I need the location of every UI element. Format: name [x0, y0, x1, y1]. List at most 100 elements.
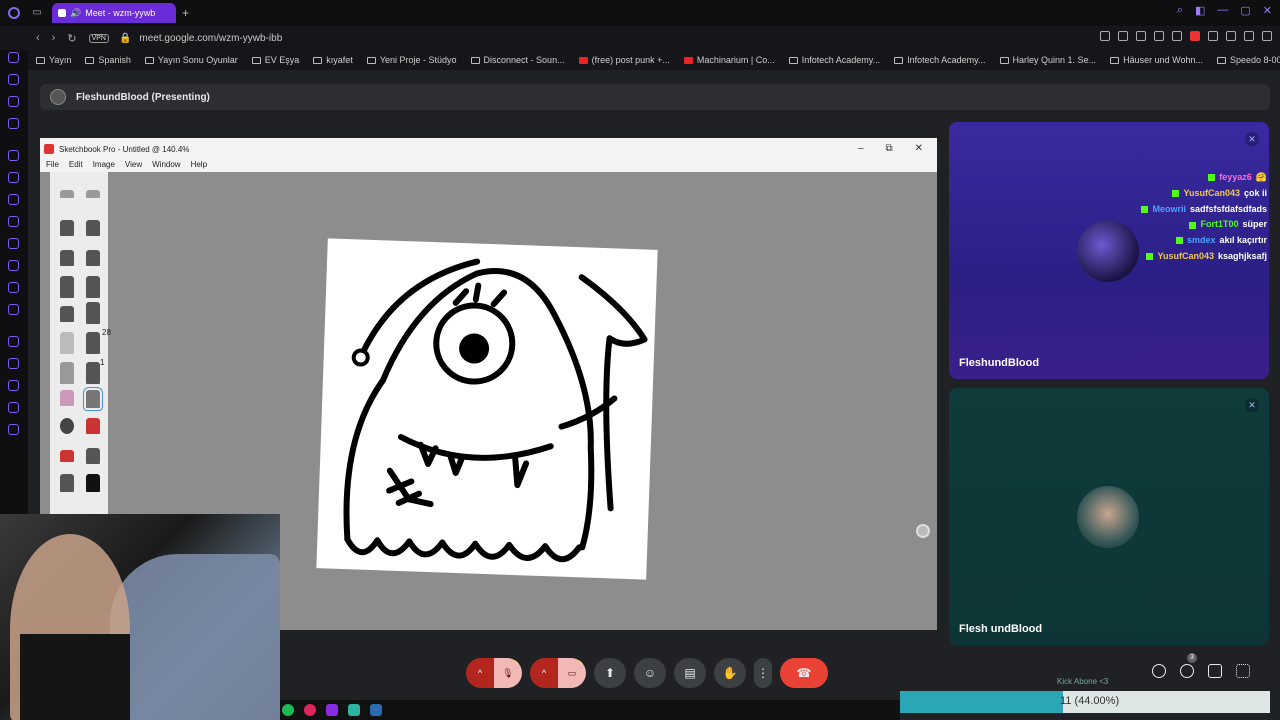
sidebar-music-icon[interactable] [8, 304, 19, 315]
sidebar-info-icon[interactable] [8, 402, 19, 413]
kick-goal-text: 11 (44.00%) [1060, 695, 1120, 707]
chat-username: YusufCan043 [1183, 187, 1240, 198]
speaker-icon[interactable]: 🔊 [70, 8, 81, 19]
people-icon[interactable]: 3 [1180, 653, 1197, 678]
kick-badge-icon [1189, 221, 1197, 229]
present-screen-button[interactable]: ⬆ [594, 658, 626, 688]
bookmark-icon[interactable] [1100, 31, 1110, 41]
heart-icon[interactable] [1172, 31, 1182, 41]
sidebar-arrow-icon[interactable] [8, 52, 19, 63]
reload-icon[interactable]: ↻ [67, 32, 76, 45]
back-icon[interactable]: ‹ [36, 32, 40, 44]
chat-icon[interactable] [1208, 664, 1222, 678]
captions-button[interactable]: ▤ [674, 658, 706, 688]
sidebar-app-icon[interactable] [8, 150, 19, 161]
steam-icon[interactable] [370, 704, 382, 716]
bookmark-item[interactable]: Yayın Sonu Oyunlar [144, 55, 238, 65]
bookmark-label: EV Eşya [264, 55, 300, 65]
app-taskbar-icon[interactable] [348, 704, 360, 716]
participant-tile[interactable]: ✕ Flesh undBlood [949, 388, 1269, 645]
bookmark-item[interactable]: Infotech Academy... [788, 55, 881, 65]
puzzle-icon[interactable] [1208, 31, 1218, 41]
sidebar-whatsapp-icon[interactable] [8, 216, 19, 227]
active-tab[interactable]: 🔊 Meet - wzm-yywb [52, 3, 176, 23]
spotify-icon[interactable] [282, 704, 294, 716]
bookmark-item[interactable]: Häuser und Wohn... [1110, 55, 1203, 65]
new-tab-button[interactable]: + [182, 6, 189, 20]
tool-fine-pen-icon [86, 362, 100, 384]
maximize-icon[interactable]: ▢ [1240, 4, 1250, 17]
emoji-button[interactable]: ☺ [634, 658, 666, 688]
screenshot-icon[interactable] [1118, 31, 1128, 41]
sidebar-telegram-icon[interactable] [8, 194, 19, 205]
bookmark-item[interactable]: Disconnect - Soun... [470, 55, 565, 65]
folder-icon [144, 56, 154, 64]
mic-toggle-button[interactable]: 🎙 ! [494, 658, 522, 688]
chat-text: sadfsfsfdafsdfads [1189, 203, 1267, 214]
bookmark-item[interactable]: Yayın [36, 55, 71, 65]
sidebar-discord-icon[interactable] [8, 282, 19, 293]
bookmark-item[interactable]: Harley Quinn 1. Se... [999, 55, 1097, 65]
camera-icon[interactable] [1244, 31, 1254, 41]
translate-icon[interactable] [1136, 31, 1146, 41]
sidebar-download-icon[interactable] [8, 358, 19, 369]
participant-tile[interactable]: ✕ feyyaz6 🤗 YusufCan043 çok ii Meowrii sadfsf… [949, 122, 1269, 379]
bookmark-item[interactable]: Infotech Academy... [894, 55, 986, 65]
bookmark-item[interactable]: kıyafet [313, 55, 353, 65]
chat-text: ksaghjksafj [1217, 250, 1267, 261]
close-icon[interactable]: ✕ [1263, 4, 1272, 17]
minimize-icon[interactable]: — [1217, 4, 1228, 17]
sidebar-history-icon[interactable] [8, 336, 19, 347]
tool-pen-icon [60, 276, 74, 298]
bookmark-item[interactable]: Machinarium | Co... [683, 55, 775, 65]
kick-goal-progress: 11 (44.00%) [900, 691, 1270, 713]
tool-library-icon [86, 190, 100, 198]
vpn-badge[interactable]: VPN [88, 33, 109, 43]
tool-red-marker-icon [86, 418, 100, 434]
camera-options-chevron-icon[interactable]: ^ [530, 658, 558, 688]
bookmark-item[interactable]: Spanish [85, 55, 131, 65]
menu-icon[interactable] [1262, 31, 1272, 41]
extension-icon[interactable] [1190, 31, 1200, 41]
bookmark-label: Yayın [49, 55, 72, 65]
more-options-button[interactable]: ⋮ [754, 658, 772, 688]
play-icon[interactable] [1154, 31, 1164, 41]
opera-logo-icon[interactable] [8, 7, 20, 19]
tab-snapshot-icon[interactable]: ◧ [1195, 4, 1205, 17]
bookmark-label: Yayın Sonu Oyunlar [157, 55, 238, 65]
bookmark-label: Häuser und Wohn... [1123, 55, 1203, 65]
sidebar-star-icon[interactable] [8, 74, 19, 85]
sidebar-messenger-icon[interactable] [8, 172, 19, 183]
mic-options-chevron-icon[interactable]: ^ [466, 658, 494, 688]
camera-toggle-button[interactable]: ▭ ! [558, 658, 586, 688]
tab-list-icon[interactable]: ▭ [30, 6, 44, 20]
bookmark-label: Infotech Academy... [801, 55, 881, 65]
search-tabs-icon[interactable]: ⌕ [1177, 4, 1183, 17]
tool-felt-icon [86, 448, 100, 464]
bookmark-item[interactable]: (free) post punk +... [578, 55, 670, 65]
leave-call-button[interactable]: ☎ [780, 658, 828, 688]
sidebar-x-icon[interactable] [8, 260, 19, 271]
sidebar-settings-icon[interactable] [8, 424, 19, 435]
activities-icon[interactable] [1236, 664, 1250, 678]
bookmark-item[interactable]: Speedo 8-00494... [1216, 55, 1280, 65]
bookmark-label: Spanish [98, 55, 131, 65]
recorder-icon[interactable] [304, 704, 316, 716]
download-icon[interactable] [1226, 31, 1236, 41]
sidebar-clock-icon[interactable] [8, 380, 19, 391]
meeting-info-icon[interactable] [1152, 664, 1166, 678]
raise-hand-button[interactable]: ✋ [714, 658, 746, 688]
sidebar-mail-icon[interactable] [8, 118, 19, 129]
url-field[interactable]: meet.google.com/wzm-yywb-ibb [139, 33, 282, 44]
link-icon [470, 56, 480, 64]
opera-taskbar-icon[interactable] [326, 704, 338, 716]
bookmarks-bar: Yayın Spanish Yayın Sonu Oyunlar EV Eşya kıy… [28, 50, 1280, 70]
bookmark-item[interactable]: Yeni Proje - Stüdyo [366, 55, 457, 65]
lock-icon[interactable]: 🔒 [119, 33, 131, 44]
canvas-lagoon-icon [916, 524, 930, 538]
sidebar-chat-icon[interactable] [8, 96, 19, 107]
bookmark-item[interactable]: EV Eşya [251, 55, 300, 65]
bookmark-label: Harley Quinn 1. Se... [1012, 55, 1097, 65]
sidebar-instagram-icon[interactable] [8, 238, 19, 249]
forward-icon[interactable]: › [52, 32, 56, 44]
